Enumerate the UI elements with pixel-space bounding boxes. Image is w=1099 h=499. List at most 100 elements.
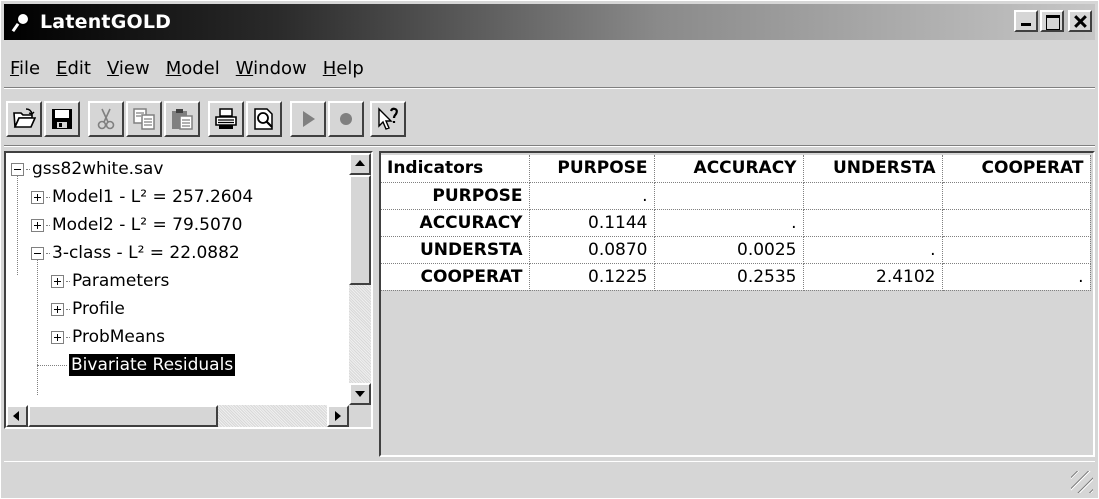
app-window: LatentGOLD File Edit View Model Window H… xyxy=(0,0,1099,499)
table-cell[interactable] xyxy=(942,182,1091,210)
table-row: PURPOSE . xyxy=(381,182,1091,210)
table-cell[interactable] xyxy=(654,182,804,210)
menu-help[interactable]: Help xyxy=(315,58,372,79)
model-tree[interactable]: gss82white.sav Model1 - L² = 257.2604 Mo… xyxy=(4,151,373,429)
tree-node-probmeans[interactable]: ProbMeans xyxy=(51,323,165,351)
table-cell[interactable] xyxy=(803,209,943,237)
row-header[interactable]: UNDERSTA xyxy=(381,236,530,264)
scroll-thumb[interactable] xyxy=(349,175,371,285)
table-cell[interactable]: . xyxy=(942,263,1091,291)
column-header[interactable]: PURPOSE xyxy=(529,155,655,183)
table-row: COOPERAT 0.1225 0.2535 2.4102 . xyxy=(381,263,1091,291)
tree-connector xyxy=(46,224,50,226)
scroll-up-button[interactable] xyxy=(349,153,371,175)
expand-icon[interactable] xyxy=(51,330,64,344)
menu-window-accel: W xyxy=(235,57,254,79)
toolbar xyxy=(4,97,1095,143)
table-cell[interactable]: 0.1144 xyxy=(529,209,655,237)
tree-node-parameters[interactable]: Parameters xyxy=(51,267,169,295)
expand-icon[interactable] xyxy=(51,302,64,316)
paste-button[interactable] xyxy=(164,101,200,137)
table-cell[interactable]: . xyxy=(654,209,804,237)
tree-node-model2[interactable]: Model2 - L² = 79.5070 xyxy=(31,211,242,239)
menu-window-label: indow xyxy=(253,57,307,79)
tree-node-label: Bivariate Residuals xyxy=(67,353,237,377)
expand-icon[interactable] xyxy=(51,274,64,288)
tree-horizontal-scrollbar[interactable] xyxy=(6,405,349,427)
table-cell[interactable]: . xyxy=(803,236,943,264)
menu-help-accel: H xyxy=(322,57,337,79)
menu-window[interactable]: Window xyxy=(228,58,315,79)
table-cell[interactable]: 2.4102 xyxy=(803,263,943,291)
print-preview-button[interactable] xyxy=(246,101,282,137)
tree-connector xyxy=(66,336,70,338)
context-help-icon xyxy=(378,107,398,130)
window-title: LatentGOLD xyxy=(40,11,172,33)
collapse-icon[interactable] xyxy=(31,246,44,260)
open-icon xyxy=(13,108,36,128)
maximize-button[interactable] xyxy=(1040,10,1064,32)
print-icon xyxy=(215,108,237,129)
scrollbar-corner xyxy=(349,405,371,427)
close-button[interactable] xyxy=(1068,10,1092,32)
tree-node-root[interactable]: gss82white.sav xyxy=(11,155,163,183)
resize-grip-icon[interactable] xyxy=(1071,471,1093,493)
table-row: ACCURACY 0.1144 . xyxy=(381,209,1091,237)
copy-button[interactable] xyxy=(126,101,162,137)
row-header[interactable]: ACCURACY xyxy=(381,209,530,237)
scroll-thumb[interactable] xyxy=(28,405,218,427)
save-button[interactable] xyxy=(44,101,80,137)
tree-node-bivariate-residuals[interactable]: Bivariate Residuals xyxy=(37,351,237,379)
title-bar[interactable]: LatentGOLD xyxy=(4,4,1095,40)
table-cell[interactable]: 0.0025 xyxy=(654,236,804,264)
menu-view[interactable]: View xyxy=(99,58,158,79)
column-header[interactable]: COOPERAT xyxy=(942,155,1091,183)
collapse-icon[interactable] xyxy=(11,162,24,176)
table-cell[interactable] xyxy=(942,209,1091,237)
tree-connector xyxy=(66,280,70,282)
window-controls xyxy=(1014,10,1092,32)
menu-view-label: iew xyxy=(118,57,150,79)
menu-file[interactable]: File xyxy=(4,58,48,79)
tree-connector xyxy=(46,196,50,198)
tree-connector xyxy=(17,175,18,275)
table-cell[interactable]: 0.0870 xyxy=(529,236,655,264)
open-button[interactable] xyxy=(6,101,42,137)
expand-icon[interactable] xyxy=(31,190,44,204)
minimize-button[interactable] xyxy=(1014,10,1038,32)
run-button[interactable] xyxy=(290,101,326,137)
cut-button[interactable] xyxy=(88,101,124,137)
menu-model-label: odel xyxy=(181,57,220,79)
table-row: UNDERSTA 0.0870 0.0025 . xyxy=(381,236,1091,264)
tree-node-profile[interactable]: Profile xyxy=(51,295,125,323)
table-cell[interactable] xyxy=(942,236,1091,264)
menu-edit-label: dit xyxy=(67,57,91,79)
expand-icon[interactable] xyxy=(31,218,44,232)
column-header[interactable]: UNDERSTA xyxy=(803,155,943,183)
table-cell[interactable]: . xyxy=(529,182,655,210)
latentgold-app-icon[interactable] xyxy=(11,11,32,33)
stop-icon xyxy=(340,113,352,125)
column-header[interactable]: ACCURACY xyxy=(654,155,804,183)
tree-node-model1[interactable]: Model1 - L² = 257.2604 xyxy=(31,183,253,211)
table-cell[interactable]: 0.1225 xyxy=(529,263,655,291)
row-header[interactable]: PURPOSE xyxy=(381,182,530,210)
menu-separator xyxy=(4,87,1095,89)
scroll-right-button[interactable] xyxy=(327,405,349,427)
arrow-down-icon xyxy=(355,391,365,397)
row-header[interactable]: COOPERAT xyxy=(381,263,530,291)
tree-node-3class[interactable]: 3-class - L² = 22.0882 xyxy=(31,239,240,267)
stop-button[interactable] xyxy=(328,101,364,137)
tree-vertical-scrollbar[interactable] xyxy=(349,153,371,405)
tree-connector xyxy=(37,364,67,366)
scroll-left-button[interactable] xyxy=(6,405,28,427)
tree-connector xyxy=(66,308,70,310)
print-button[interactable] xyxy=(208,101,244,137)
menu-model[interactable]: Model xyxy=(158,58,228,79)
menu-edit[interactable]: Edit xyxy=(48,58,99,79)
context-help-button[interactable] xyxy=(370,101,406,137)
table-cell[interactable] xyxy=(803,182,943,210)
table-cell[interactable]: 0.2535 xyxy=(654,263,804,291)
scroll-down-button[interactable] xyxy=(349,383,371,405)
menu-model-accel: M xyxy=(165,57,182,79)
